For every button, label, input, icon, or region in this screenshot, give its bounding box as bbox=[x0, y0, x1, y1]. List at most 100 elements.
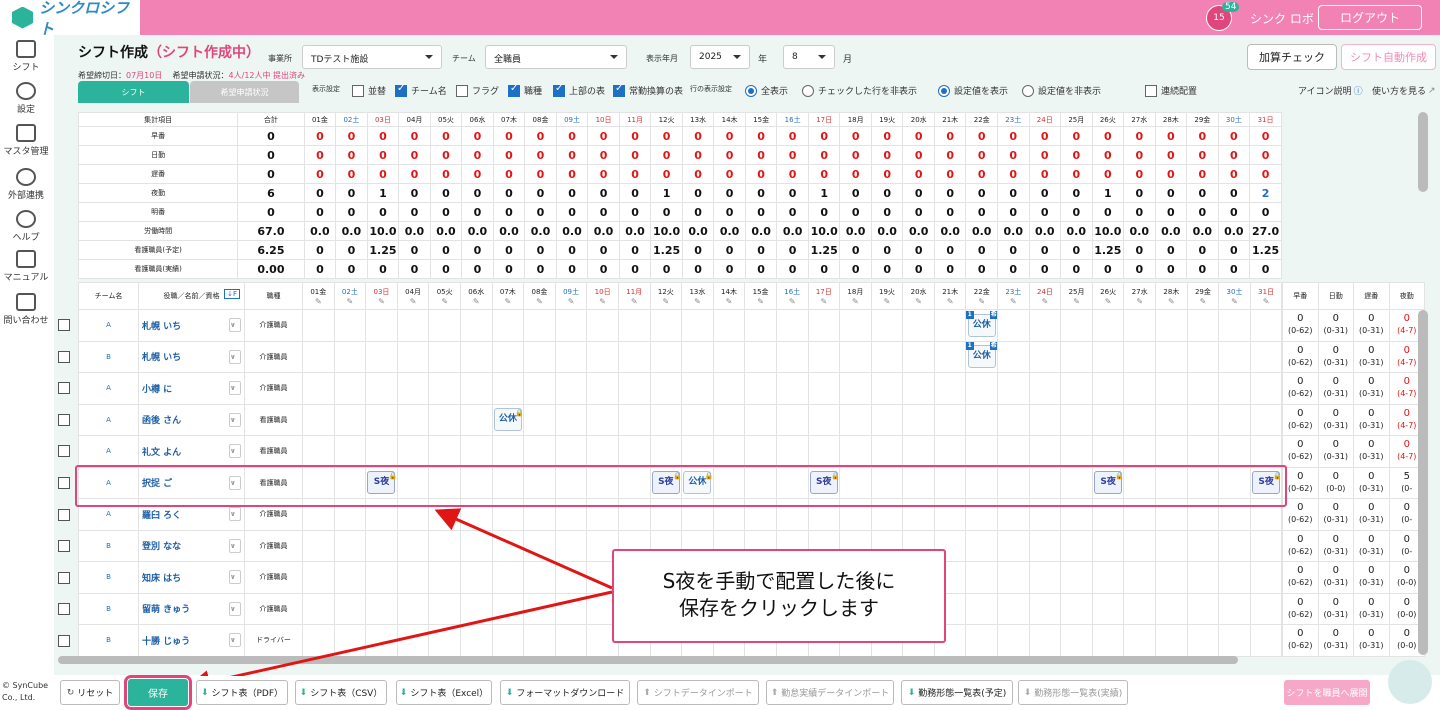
shift-cell[interactable] bbox=[491, 372, 525, 405]
shift-cell[interactable] bbox=[997, 403, 1030, 436]
shift-cell[interactable] bbox=[491, 340, 525, 373]
shift-cell[interactable] bbox=[1091, 624, 1125, 657]
pencil-icon[interactable]: ✎ bbox=[303, 297, 333, 306]
day-header[interactable]: 28木 ✎ bbox=[1155, 282, 1188, 310]
shift-cell[interactable] bbox=[744, 340, 777, 373]
summary-cell[interactable]: 0 bbox=[996, 183, 1030, 203]
shift-cell[interactable] bbox=[1218, 340, 1251, 373]
summary-cell[interactable]: 0.0 bbox=[587, 221, 620, 241]
shift-cell[interactable] bbox=[428, 624, 461, 657]
shift-cell[interactable] bbox=[333, 624, 367, 657]
shift-cell[interactable] bbox=[744, 309, 777, 342]
summary-cell[interactable]: 0 bbox=[1217, 126, 1251, 146]
shift-cell[interactable] bbox=[523, 403, 556, 436]
plan-list-button[interactable]: ⬇ 勤務形態一覧表(予定) bbox=[901, 680, 1013, 705]
shift-cell[interactable] bbox=[554, 435, 588, 468]
day-header[interactable]: 05火 ✎ bbox=[428, 282, 461, 310]
shift-cell[interactable]: 公休 🔒 bbox=[491, 403, 525, 436]
day-header[interactable]: 10日 ✎ bbox=[586, 282, 619, 310]
shift-cell[interactable] bbox=[523, 561, 556, 594]
day-header[interactable]: 03日 ✎ bbox=[365, 282, 398, 310]
shift-cell[interactable] bbox=[554, 340, 588, 373]
shift-cell[interactable] bbox=[681, 435, 714, 468]
summary-cell[interactable]: 0.0 bbox=[681, 221, 715, 241]
shift-cell[interactable] bbox=[649, 435, 683, 468]
shift-cell[interactable] bbox=[586, 340, 619, 373]
summary-cell[interactable]: 0 bbox=[555, 183, 589, 203]
shift-cell[interactable] bbox=[365, 403, 398, 436]
shift-cell[interactable] bbox=[649, 340, 683, 373]
summary-cell[interactable]: 0.0 bbox=[1186, 221, 1219, 241]
summary-cell[interactable]: 0 bbox=[461, 145, 494, 165]
summary-cell[interactable]: 0 bbox=[1154, 183, 1188, 203]
shift-cell[interactable] bbox=[1249, 403, 1283, 436]
summary-cell[interactable]: 0.0 bbox=[965, 221, 998, 241]
shift-cell[interactable] bbox=[523, 592, 556, 625]
pencil-icon[interactable]: ✎ bbox=[556, 297, 586, 306]
pencil-icon[interactable]: ✎ bbox=[461, 297, 491, 306]
day-header[interactable]: 22金 ✎ bbox=[965, 282, 999, 310]
summary-cell[interactable]: 0 bbox=[1249, 164, 1282, 184]
shift-cell[interactable] bbox=[1028, 624, 1062, 657]
shift-cell[interactable] bbox=[302, 435, 335, 468]
summary-cell[interactable]: 0 bbox=[1186, 240, 1219, 260]
shift-cell[interactable] bbox=[997, 340, 1030, 373]
summary-cell[interactable]: 0 bbox=[1186, 164, 1219, 184]
shift-cell[interactable] bbox=[965, 624, 999, 657]
shift-cell[interactable] bbox=[681, 340, 714, 373]
shift-cell[interactable] bbox=[1186, 403, 1220, 436]
summary-cell[interactable]: 0 bbox=[681, 126, 715, 146]
shift-cell[interactable] bbox=[396, 529, 430, 562]
summary-cell[interactable]: 0 bbox=[996, 126, 1030, 146]
sort-checkbox[interactable] bbox=[352, 84, 364, 97]
summary-cell[interactable]: 0 bbox=[1060, 145, 1093, 165]
shift-cell[interactable] bbox=[1091, 340, 1125, 373]
shift-cell[interactable] bbox=[459, 435, 493, 468]
shift-cell[interactable] bbox=[1155, 435, 1188, 468]
summary-cell[interactable]: 0 bbox=[933, 240, 967, 260]
summary-cell[interactable]: 0 bbox=[618, 240, 652, 260]
shift-cell[interactable] bbox=[1155, 561, 1188, 594]
summary-cell[interactable]: 0 bbox=[366, 164, 400, 184]
shift-cell[interactable] bbox=[1123, 529, 1157, 562]
summary-cell[interactable]: 0 bbox=[1217, 183, 1251, 203]
sidebar-item-1[interactable]: 設定 bbox=[0, 82, 52, 115]
summary-cell[interactable]: 0 bbox=[1028, 126, 1062, 146]
shift-cell[interactable] bbox=[997, 624, 1030, 657]
shift-cell[interactable] bbox=[775, 309, 809, 342]
summary-cell[interactable]: 0 bbox=[870, 202, 904, 222]
shift-cell[interactable] bbox=[965, 372, 999, 405]
summary-cell[interactable]: 0 bbox=[461, 202, 494, 222]
row-checkbox[interactable] bbox=[58, 319, 70, 331]
office-select[interactable]: TDテスト施設 bbox=[302, 45, 442, 69]
logo[interactable]: シンクロシフト bbox=[0, 0, 140, 38]
sidebar-item-4[interactable]: ヘルプ bbox=[0, 210, 52, 243]
summary-cell[interactable]: 0 bbox=[650, 164, 683, 184]
day-header[interactable]: 25月 ✎ bbox=[1060, 282, 1093, 310]
shift-cell[interactable] bbox=[965, 529, 999, 562]
shift-cell[interactable] bbox=[1060, 340, 1093, 373]
summary-cell[interactable]: 0.0 bbox=[902, 221, 935, 241]
shift-cell[interactable] bbox=[965, 435, 999, 468]
summary-cell[interactable]: 0 bbox=[1154, 164, 1188, 184]
summary-cell[interactable]: 0 bbox=[555, 164, 589, 184]
summary-cell[interactable]: 0 bbox=[839, 259, 872, 279]
summary-cell[interactable]: 0 bbox=[965, 202, 998, 222]
summary-cell[interactable]: 0 bbox=[1217, 240, 1251, 260]
shift-cell[interactable] bbox=[1123, 309, 1157, 342]
import-button[interactable]: ⬆ シフトデータインポート bbox=[637, 680, 759, 705]
summary-cell[interactable]: 0 bbox=[965, 183, 998, 203]
day-header[interactable]: 04月 ✎ bbox=[396, 282, 430, 310]
summary-cell[interactable]: 0 bbox=[335, 164, 368, 184]
shift-cell[interactable] bbox=[775, 403, 809, 436]
summary-cell[interactable]: 0 bbox=[902, 126, 935, 146]
summary-cell[interactable]: 0 bbox=[587, 126, 620, 146]
staff-name[interactable]: 知床 はち bbox=[142, 574, 181, 584]
summary-cell[interactable]: 0 bbox=[776, 202, 809, 222]
shift-cell[interactable] bbox=[1091, 403, 1125, 436]
shift-cell[interactable] bbox=[428, 435, 461, 468]
day-header[interactable]: 13水 ✎ bbox=[681, 282, 714, 310]
summary-cell[interactable]: 0 bbox=[618, 164, 652, 184]
summary-cell[interactable]: 0 bbox=[303, 183, 337, 203]
summary-cell[interactable]: 10.0 bbox=[650, 221, 683, 241]
